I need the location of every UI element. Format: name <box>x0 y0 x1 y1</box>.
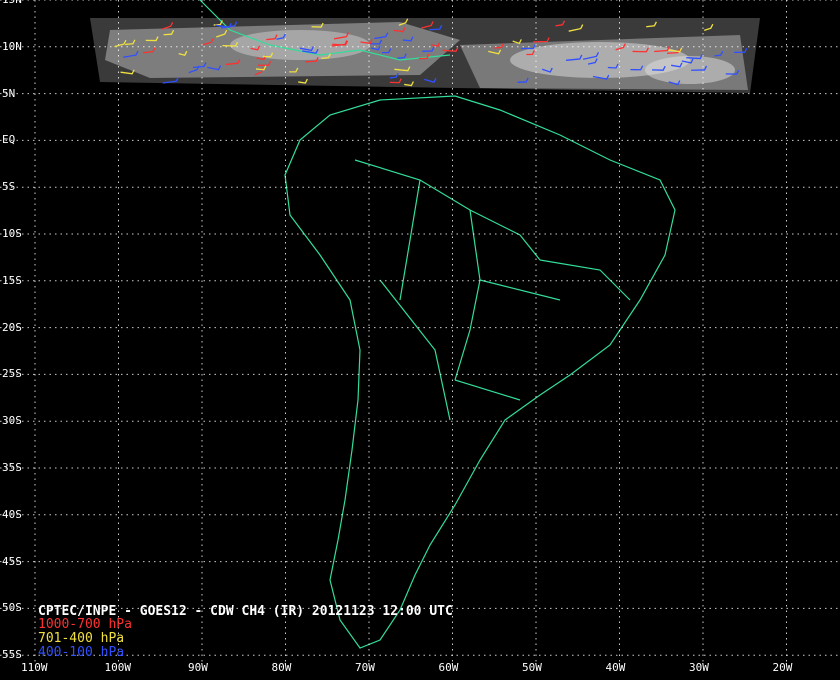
map-canvas <box>0 0 840 662</box>
latitude-label: EQ <box>2 133 16 147</box>
longitude-label: 30W <box>689 661 709 674</box>
longitude-label: 80W <box>271 661 292 674</box>
latitude-label: 35S <box>2 461 22 474</box>
latitude-label: 10S <box>2 227 22 240</box>
latitude-label: 10N <box>2 39 22 53</box>
longitude-label: 40W <box>605 661 626 674</box>
longitude-label: 110W <box>21 661 48 674</box>
latitude-label: 15N <box>2 0 22 5</box>
country-borders <box>354 159 631 421</box>
longitude-label: 70W <box>355 661 375 674</box>
coastline-borders <box>199 0 676 649</box>
map-viewer: 15N 10N 5N EQ 5S 10S 15S 20S 25S 30S 35S 40S 45S 50S 5… <box>0 0 840 680</box>
longitude-label: 50W <box>522 661 542 674</box>
latitude-label: 45S <box>2 554 22 568</box>
latitude-label: 55S <box>2 648 22 662</box>
legend-mid-level: 701-400 hPa <box>38 631 125 646</box>
satellite-imagery-strip <box>90 18 760 93</box>
longitude-label: 60W <box>438 661 459 674</box>
latitude-label: 5N <box>2 86 16 100</box>
latitude-label: 5S <box>2 180 16 194</box>
latitude-label: 15S <box>2 273 22 287</box>
latitude-label: 50S <box>2 601 22 615</box>
latitude-label: 30S <box>2 414 22 428</box>
latitude-label: 25S <box>2 367 22 381</box>
legend-high-level: 400-100 hPa <box>38 645 125 660</box>
legend-low-level: 1000-700 hPa <box>38 617 132 632</box>
south-america-coastline <box>284 95 676 649</box>
longitude-label: 100W <box>104 661 132 674</box>
latitude-label: 40S <box>2 507 22 521</box>
longitude-label: 20W <box>772 661 793 674</box>
longitude-label: 90W <box>188 661 208 674</box>
latitude-label: 20S <box>2 320 22 334</box>
